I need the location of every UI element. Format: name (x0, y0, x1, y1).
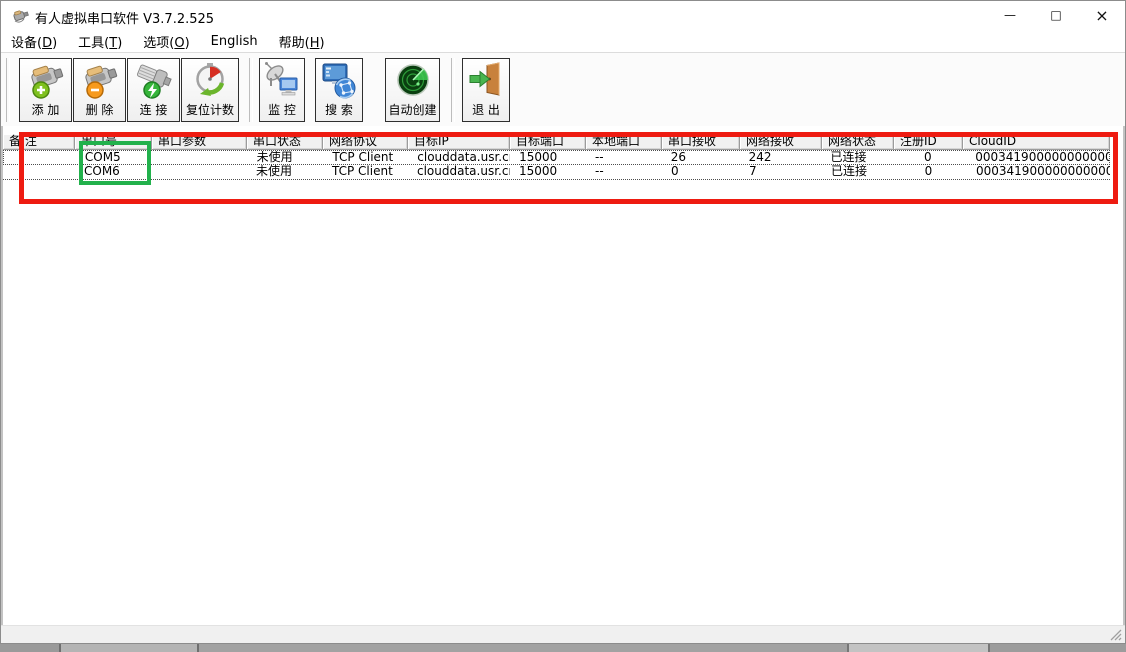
serial-connector-icon (12, 8, 30, 24)
toolbar: 添 加 删 除 (1, 52, 1125, 126)
app-window: 有人虚拟串口软件 V3.7.2.525 — □ × 设备(D) 工具(T) 选项… (0, 0, 1126, 652)
resize-grip-icon[interactable] (1109, 628, 1122, 641)
connect-button[interactable]: 连 接 (127, 58, 180, 122)
exit-button-label: 退 出 (463, 103, 509, 117)
monitor-icon (260, 59, 304, 103)
minimize-button[interactable]: — (987, 1, 1033, 30)
reset-counter-icon (182, 59, 238, 103)
menu-item-help[interactable]: 帮助(H) (279, 32, 325, 51)
delete-button-label: 删 除 (74, 103, 125, 117)
delete-serial-port-icon (74, 59, 125, 103)
background-windows-strip (0, 643, 1126, 652)
monitor-button-label: 监 控 (260, 103, 304, 117)
add-button-label: 添 加 (20, 103, 71, 117)
search-icon (316, 59, 362, 103)
menu-item-tools[interactable]: 工具(T) (78, 32, 122, 51)
auto-create-button[interactable]: 自动创建 (385, 58, 440, 122)
menubar: 设备(D) 工具(T) 选项(O) English 帮助(H) (1, 30, 1125, 52)
search-button-label: 搜 索 (316, 103, 362, 117)
add-serial-port-icon (20, 59, 71, 103)
auto-create-icon (386, 59, 439, 103)
green-annotation-box (79, 141, 151, 185)
toolbar-gripper[interactable] (6, 58, 10, 122)
window-title: 有人虚拟串口软件 V3.7.2.525 (35, 8, 214, 27)
monitor-button[interactable]: 监 控 (259, 58, 305, 122)
search-button[interactable]: 搜 索 (315, 58, 363, 122)
titlebar[interactable]: 有人虚拟串口软件 V3.7.2.525 — □ × (1, 1, 1125, 30)
menu-item-english[interactable]: English (211, 34, 258, 49)
connect-button-label: 连 接 (128, 103, 179, 117)
exit-button[interactable]: 退 出 (462, 58, 510, 122)
toolbar-separator (451, 58, 455, 122)
delete-button[interactable]: 删 除 (73, 58, 126, 122)
menu-item-options[interactable]: 选项(O) (143, 32, 189, 51)
connect-icon (128, 59, 179, 103)
auto-create-button-label: 自动创建 (386, 103, 439, 117)
add-button[interactable]: 添 加 (19, 58, 72, 122)
statusbar (1, 625, 1125, 643)
close-icon: × (1095, 6, 1108, 25)
reset-counter-button[interactable]: 复位计数 (181, 58, 239, 122)
toolbar-separator (249, 58, 253, 122)
menu-item-device[interactable]: 设备(D) (11, 32, 57, 51)
maximize-button[interactable]: □ (1033, 1, 1079, 30)
exit-icon (463, 59, 509, 103)
red-annotation-box (19, 132, 1118, 204)
maximize-icon: □ (1050, 8, 1061, 22)
minimize-icon: — (1004, 8, 1016, 22)
reset-counter-button-label: 复位计数 (182, 103, 238, 117)
close-button[interactable]: × (1079, 1, 1125, 30)
